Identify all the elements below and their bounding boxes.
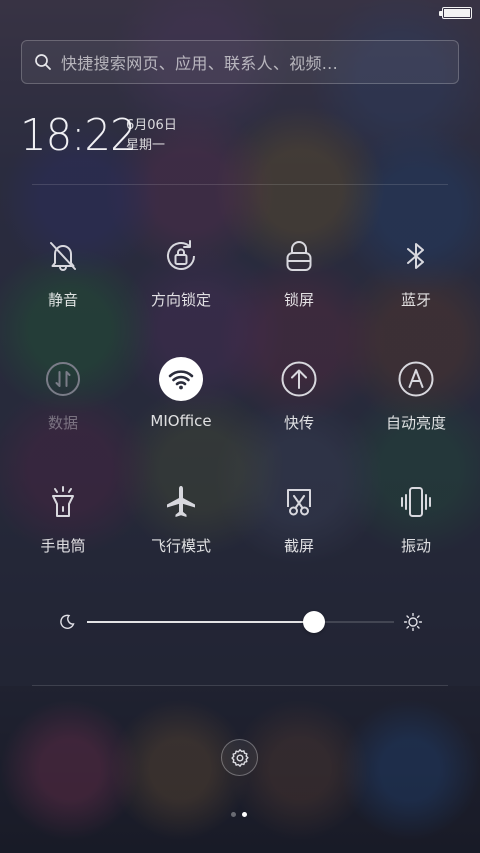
toggle-lock-screen[interactable]: 锁屏 bbox=[244, 233, 354, 310]
toggle-label: 锁屏 bbox=[283, 291, 314, 309]
toggle-label: 振动 bbox=[400, 537, 431, 555]
toggle-label: 飞行模式 bbox=[150, 537, 211, 555]
search-icon bbox=[35, 54, 51, 70]
bluetooth-icon bbox=[393, 233, 439, 279]
padlock-icon bbox=[276, 233, 322, 279]
clock-time[interactable]: 18:22 bbox=[20, 110, 137, 161]
weekday-text: 星期一 bbox=[126, 138, 166, 153]
settings-button[interactable] bbox=[221, 739, 258, 776]
page-dot bbox=[242, 812, 247, 817]
toggle-label: 蓝牙 bbox=[400, 291, 431, 309]
toggle-flashlight[interactable]: 手电筒 bbox=[8, 479, 118, 556]
top-divider bbox=[32, 184, 448, 185]
sun-icon bbox=[404, 613, 422, 631]
bell-off-icon bbox=[40, 233, 86, 279]
vibrate-icon bbox=[393, 479, 439, 525]
gear-icon bbox=[230, 748, 249, 767]
toggle-vibrate[interactable]: 振动 bbox=[361, 479, 471, 556]
battery-level-fill bbox=[444, 9, 470, 17]
toggle-data[interactable]: 数据 bbox=[8, 356, 118, 433]
search-placeholder: 快捷搜索网页、应用、联系人、视频... bbox=[61, 54, 338, 73]
toggle-rotation-lock[interactable]: 方向锁定 bbox=[126, 233, 236, 310]
toggle-quick-transfer[interactable]: 快传 bbox=[244, 356, 354, 433]
toggle-mute[interactable]: 静音 bbox=[8, 233, 118, 310]
search-bar[interactable]: 快捷搜索网页、应用、联系人、视频... bbox=[21, 40, 459, 84]
flashlight-icon bbox=[40, 479, 86, 525]
mobile-data-icon bbox=[40, 356, 86, 402]
date-text: 6月06日 bbox=[126, 118, 177, 133]
toggle-label: 手电筒 bbox=[40, 537, 86, 555]
clock-date[interactable]: 6月06日 星期一 bbox=[126, 116, 177, 156]
airplane-icon bbox=[158, 479, 204, 525]
panel-overlay bbox=[0, 0, 480, 686]
battery-icon bbox=[439, 7, 472, 19]
auto-brightness-icon bbox=[393, 356, 439, 402]
toggle-label: MIOffice bbox=[150, 412, 212, 430]
page-dot bbox=[231, 812, 236, 817]
page-indicator bbox=[231, 812, 247, 817]
toggle-screenshot[interactable]: 截屏 bbox=[244, 479, 354, 556]
toggle-wifi[interactable]: MIOffice bbox=[126, 356, 236, 430]
upload-arrow-icon bbox=[276, 356, 322, 402]
toggle-label: 数据 bbox=[47, 414, 78, 432]
moon-icon bbox=[60, 614, 75, 629]
brightness-fill bbox=[87, 621, 315, 623]
toggle-label: 方向锁定 bbox=[150, 291, 211, 309]
toggle-label: 静音 bbox=[47, 291, 78, 309]
toggle-auto-brightness[interactable]: 自动亮度 bbox=[361, 356, 471, 433]
toggle-airplane[interactable]: 飞行模式 bbox=[126, 479, 236, 556]
brightness-slider[interactable] bbox=[56, 608, 426, 636]
toggle-label: 快传 bbox=[283, 414, 314, 432]
wifi-icon bbox=[158, 356, 204, 402]
scissors-icon bbox=[276, 479, 322, 525]
toggle-label: 自动亮度 bbox=[385, 414, 446, 432]
bottom-divider bbox=[32, 685, 448, 686]
toggle-bluetooth[interactable]: 蓝牙 bbox=[361, 233, 471, 310]
rotation-lock-icon bbox=[158, 233, 204, 279]
toggle-label: 截屏 bbox=[283, 537, 314, 555]
brightness-thumb[interactable] bbox=[303, 611, 326, 633]
